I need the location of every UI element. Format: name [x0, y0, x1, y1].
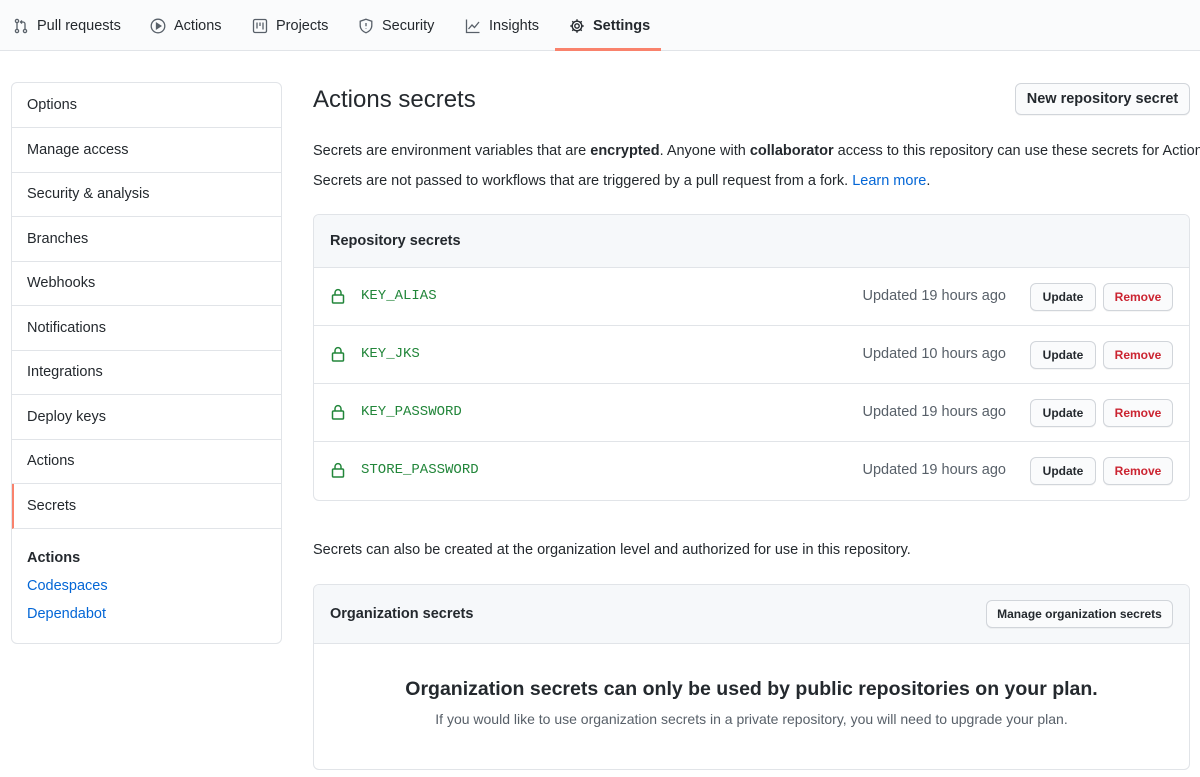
sidebar-item-label: Branches — [27, 230, 89, 247]
secret-name: KEY_PASSWORD — [361, 404, 462, 420]
tab-label: Actions — [174, 17, 222, 34]
sidebar-item-manage-access[interactable]: Manage access — [12, 128, 281, 173]
page-title: Actions secrets — [313, 86, 476, 113]
lock-icon — [331, 346, 345, 362]
sidebar-item-label: Deploy keys — [27, 408, 106, 425]
fork-note: Secrets are not passed to workflows that… — [313, 173, 930, 189]
secret-row: KEY_PASSWORD Updated 19 hours ago Update… — [314, 384, 1189, 442]
sidebar-item-label: Webhooks — [27, 275, 96, 291]
new-repository-secret-button[interactable]: New repository secret — [1015, 83, 1190, 115]
desc-text: Secrets are environment variables that a… — [313, 143, 591, 159]
secret-row: KEY_ALIAS Updated 19 hours ago Update Re… — [314, 268, 1189, 326]
gear-icon — [569, 18, 585, 34]
blankslate-title: Organization secrets can only be used by… — [405, 678, 1098, 700]
update-secret-button[interactable]: Update — [1030, 399, 1096, 427]
project-icon — [252, 18, 268, 34]
fork-note-end: . — [926, 173, 931, 189]
desc-emphasis-encrypted: encrypted — [590, 143, 660, 159]
sidebar-item-label: Actions — [27, 453, 75, 469]
tab-settings[interactable]: Settings — [569, 0, 650, 51]
tab-label: Projects — [276, 17, 329, 34]
secret-updated-time: Updated 19 hours ago — [862, 404, 1007, 420]
sidebar-item-label: Security & analysis — [27, 186, 150, 202]
blankslate-text: If you would like to use organization se… — [435, 711, 1068, 727]
tab-pull-requests[interactable]: Pull requests — [13, 0, 121, 51]
sidebar-subheading: Actions — [27, 550, 81, 566]
desc-emphasis-collaborator: collaborator — [749, 143, 834, 159]
org-secrets-note: Secrets can also be created at the organ… — [313, 542, 911, 558]
tab-projects[interactable]: Projects — [252, 0, 328, 51]
secret-row: STORE_PASSWORD Updated 19 hours ago Upda… — [314, 442, 1189, 500]
shield-icon — [358, 18, 374, 34]
sidebar-item-options[interactable]: Options — [12, 83, 281, 128]
sidebar-link-dependabot[interactable]: Dependabot — [27, 606, 106, 622]
remove-secret-button[interactable]: Remove — [1103, 399, 1173, 427]
sidebar-item-label: Integrations — [27, 364, 103, 380]
update-secret-button[interactable]: Update — [1030, 283, 1096, 311]
secrets-description: Secrets are environment variables that a… — [313, 143, 1200, 159]
tab-security[interactable]: Security — [358, 0, 434, 51]
tab-label: Pull requests — [37, 17, 121, 34]
sidebar-item-notifications[interactable]: Notifications — [12, 306, 281, 351]
tab-insights[interactable]: Insights — [465, 0, 539, 51]
sidebar-item-actions[interactable]: Actions — [12, 439, 281, 484]
desc-text: access to this repository can use these … — [833, 143, 1200, 159]
secret-row: KEY_JKS Updated 10 hours ago Update Remo… — [314, 326, 1189, 384]
lock-icon — [331, 404, 345, 420]
repository-secrets-header: Repository secrets — [314, 215, 1189, 268]
lock-icon — [331, 288, 345, 304]
remove-secret-button[interactable]: Remove — [1103, 283, 1173, 311]
secret-updated-time: Updated 19 hours ago — [862, 288, 1007, 304]
remove-secret-button[interactable]: Remove — [1103, 341, 1173, 369]
organization-secrets-box: Organization secrets Manage organization… — [313, 584, 1190, 770]
secret-updated-time: Updated 19 hours ago — [862, 462, 1007, 478]
tab-actions[interactable]: Actions — [150, 0, 222, 51]
update-secret-button[interactable]: Update — [1030, 341, 1096, 369]
learn-more-link[interactable]: Learn more — [852, 173, 926, 189]
secret-name: KEY_JKS — [361, 346, 420, 362]
tab-label: Security — [382, 17, 435, 34]
manage-organization-secrets-button[interactable]: Manage organization secrets — [986, 600, 1173, 628]
settings-sidebar: Options Manage access Security & analysi… — [11, 82, 282, 644]
update-secret-button[interactable]: Update — [1030, 457, 1096, 485]
sidebar-item-branches[interactable]: Branches — [12, 217, 281, 262]
sidebar-item-label: Secrets — [27, 497, 77, 514]
secret-name: STORE_PASSWORD — [361, 462, 479, 478]
sidebar-item-security-analysis[interactable]: Security & analysis — [12, 172, 281, 217]
tab-label: Insights — [489, 17, 539, 34]
remove-secret-button[interactable]: Remove — [1103, 457, 1173, 485]
secret-updated-time: Updated 10 hours ago — [862, 346, 1007, 362]
lock-icon — [331, 462, 345, 478]
sidebar-item-webhooks[interactable]: Webhooks — [12, 261, 281, 306]
play-icon — [150, 18, 166, 34]
sidebar-item-secrets[interactable]: Secrets — [12, 483, 281, 529]
sidebar-item-label: Notifications — [27, 319, 106, 336]
sidebar-item-deploy-keys[interactable]: Deploy keys — [12, 395, 281, 440]
tab-label: Settings — [593, 17, 651, 34]
selected-tab-indicator — [555, 48, 661, 51]
sidebar-link-codespaces[interactable]: Codespaces — [27, 578, 108, 594]
repo-nav: Pull requests Actions Projects Security … — [0, 0, 1200, 51]
organization-secrets-title: Organization secrets — [330, 606, 474, 622]
desc-text: . Anyone with — [659, 143, 750, 159]
graph-icon — [465, 18, 481, 34]
sidebar-item-integrations[interactable]: Integrations — [12, 350, 281, 395]
repository-secrets-box: Repository secrets KEY_ALIAS Updated 19 … — [313, 214, 1190, 501]
sidebar-item-label: Options — [27, 97, 77, 113]
sidebar-item-label: Manage access — [27, 141, 129, 158]
pull-request-icon — [13, 18, 29, 34]
secret-name: KEY_ALIAS — [361, 288, 437, 304]
fork-note-text: Secrets are not passed to workflows that… — [313, 173, 853, 189]
